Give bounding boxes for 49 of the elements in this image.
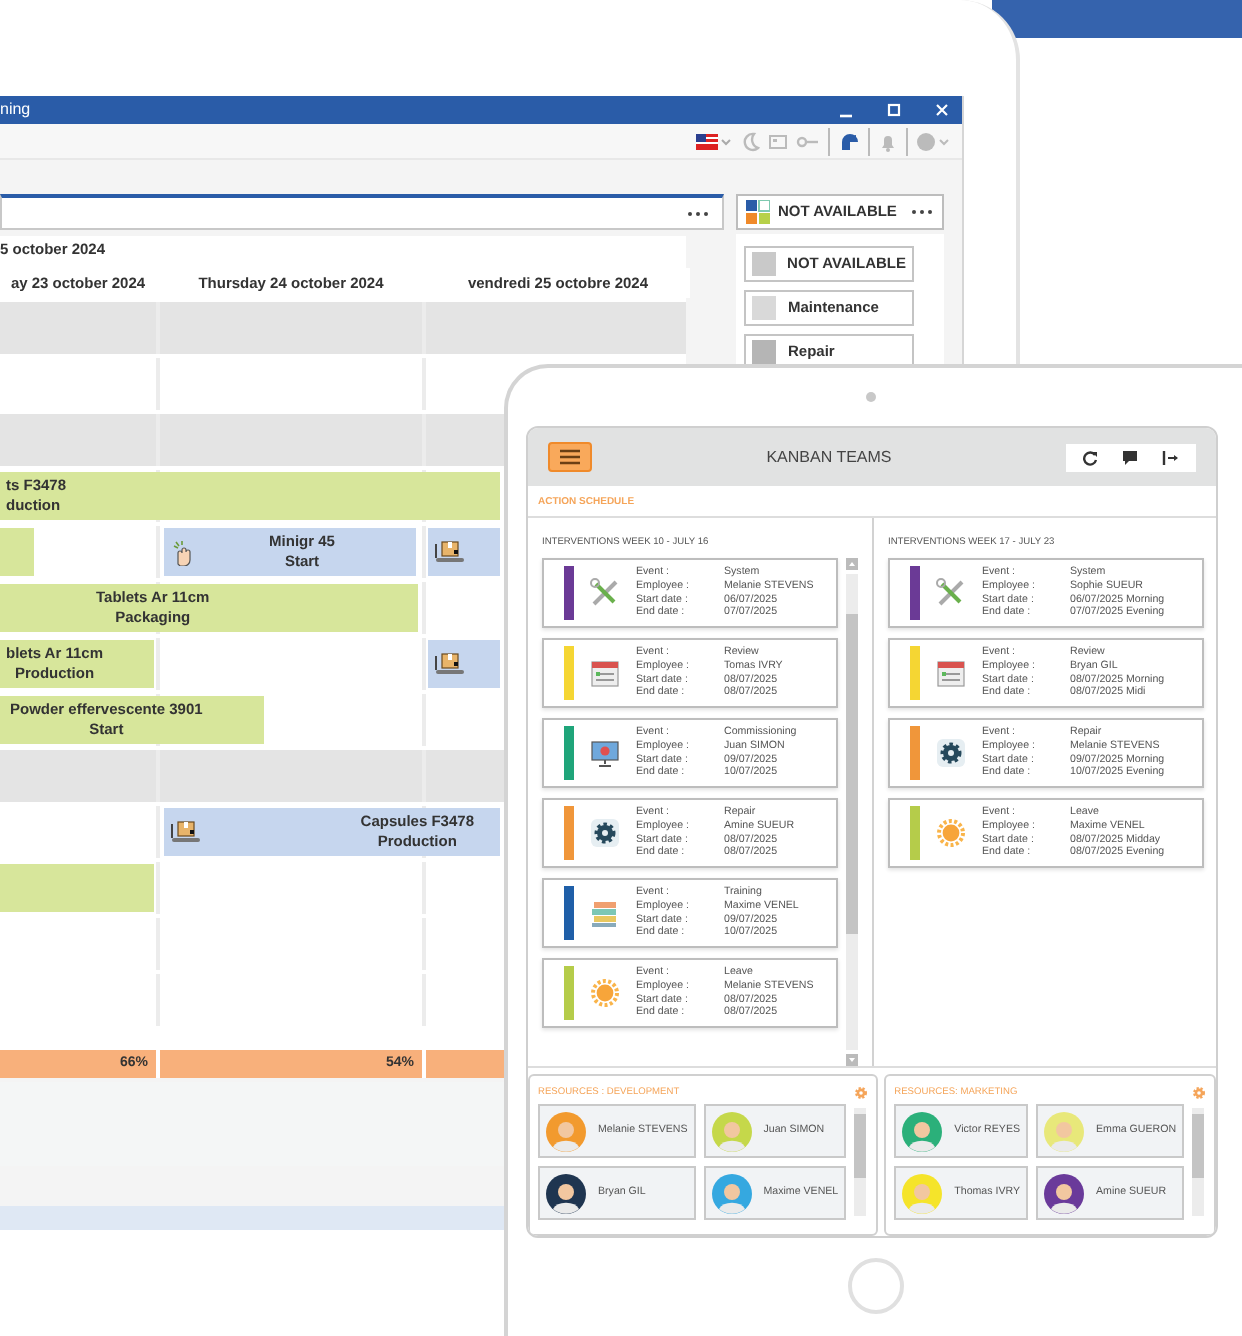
gear-icon xyxy=(936,738,966,768)
window-icon[interactable] xyxy=(768,131,788,151)
close-icon[interactable] xyxy=(934,102,950,118)
key-icon[interactable] xyxy=(796,131,820,151)
camera-icon xyxy=(866,392,876,402)
conveyor-box-icon xyxy=(170,820,202,844)
more-icon[interactable] xyxy=(686,209,710,217)
tools-icon xyxy=(936,578,966,608)
refresh-button[interactable] xyxy=(1082,449,1098,465)
scrollbar[interactable] xyxy=(844,558,860,1066)
conveyor-box-icon xyxy=(434,652,466,676)
sun-icon xyxy=(936,818,966,848)
monitor-icon xyxy=(590,738,620,768)
scroll-thumb[interactable] xyxy=(1192,1114,1205,1178)
flag-icon[interactable] xyxy=(696,131,732,151)
grid-icon xyxy=(746,200,770,224)
gear-icon xyxy=(590,818,620,848)
scrollbar[interactable] xyxy=(1190,1104,1207,1220)
scroll-thumb[interactable] xyxy=(846,614,858,934)
app-title: KANBAN TEAMS xyxy=(764,445,894,469)
calendar-icon xyxy=(590,658,620,688)
calendar-icon xyxy=(936,658,966,688)
scroll-down-icon[interactable] xyxy=(846,1054,858,1066)
hand-icon xyxy=(170,539,194,565)
maximize-icon[interactable] xyxy=(886,102,902,118)
scroll-thumb[interactable] xyxy=(854,1114,867,1178)
books-icon xyxy=(590,898,620,928)
home-button[interactable] xyxy=(848,1258,904,1314)
search-bar[interactable] xyxy=(0,194,724,230)
task-bar[interactable] xyxy=(428,640,500,688)
refresh-icon xyxy=(1082,449,1098,465)
bell-icon[interactable] xyxy=(878,131,898,151)
message-button[interactable] xyxy=(1122,449,1138,465)
menu-icon xyxy=(558,448,582,466)
message-icon xyxy=(1122,449,1138,465)
window-title: ning xyxy=(0,98,33,122)
conveyor-box-icon xyxy=(434,540,466,564)
task-bar[interactable] xyxy=(428,528,500,576)
moon-icon[interactable] xyxy=(740,131,760,151)
logout-button[interactable] xyxy=(1162,449,1180,465)
settings-icon[interactable] xyxy=(854,1086,869,1100)
logout-icon xyxy=(1162,449,1180,465)
menu-button[interactable] xyxy=(548,442,592,472)
settings-icon[interactable] xyxy=(1192,1086,1207,1100)
sun-icon xyxy=(590,978,620,1008)
scrollbar[interactable] xyxy=(852,1104,869,1220)
tools-icon xyxy=(590,578,620,608)
more-icon[interactable] xyxy=(910,208,934,216)
scroll-up-icon[interactable] xyxy=(846,558,858,570)
